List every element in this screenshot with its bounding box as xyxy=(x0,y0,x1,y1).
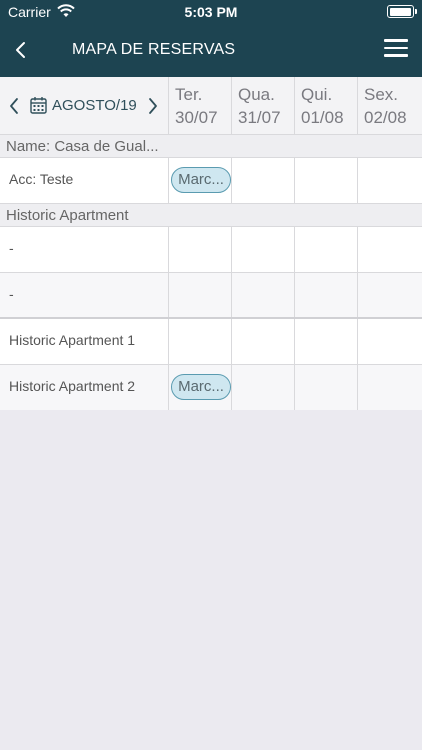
day-cell[interactable] xyxy=(357,319,422,364)
battery-icon xyxy=(387,5,417,18)
calendar-header: AGOSTO/19 Ter. 30/07 Qua. 31/07 Qui. 01/… xyxy=(0,77,422,135)
unit-row: - xyxy=(0,227,422,273)
day-column-header: Sex. 02/08 xyxy=(357,77,422,135)
month-label[interactable]: AGOSTO/19 xyxy=(52,97,137,114)
day-cell[interactable] xyxy=(357,273,422,317)
day-cell[interactable] xyxy=(294,365,357,410)
day-column-header: Qui. 01/08 xyxy=(294,77,357,135)
calendar-icon[interactable] xyxy=(30,96,47,114)
unit-row: Acc: Teste Marc... xyxy=(0,158,422,204)
page-title: MAPA DE RESERVAS xyxy=(72,41,236,58)
day-weekday: Ter. xyxy=(175,85,203,104)
day-cell[interactable] xyxy=(294,273,357,317)
day-cell[interactable] xyxy=(294,319,357,364)
section-header: Historic Apartment xyxy=(0,204,422,227)
day-cell[interactable] xyxy=(357,365,422,410)
back-chevron-icon[interactable] xyxy=(10,37,32,63)
reservation-grid: AGOSTO/19 Ter. 30/07 Qua. 31/07 Qui. 01/… xyxy=(0,77,422,410)
chevron-right-icon[interactable] xyxy=(147,96,159,116)
day-date: 30/07 xyxy=(175,108,218,127)
unit-label: Historic Apartment 2 xyxy=(9,378,136,394)
month-navigator: AGOSTO/19 xyxy=(0,77,168,135)
chevron-left-icon[interactable] xyxy=(8,96,20,116)
day-column-header: Ter. 30/07 xyxy=(168,77,231,135)
clock: 5:03 PM xyxy=(184,4,238,20)
day-cell[interactable]: Marc... xyxy=(168,365,231,410)
unit-row: Historic Apartment 2 Marc... xyxy=(0,365,422,410)
day-cell[interactable]: Marc... xyxy=(168,158,231,203)
day-cell[interactable] xyxy=(168,319,231,364)
unit-label: Acc: Teste xyxy=(9,171,74,187)
day-cell[interactable] xyxy=(294,227,357,272)
unit-row: - xyxy=(0,273,422,319)
booking-chip[interactable]: Marc... xyxy=(171,374,231,400)
property-name: Name: Casa de Gual... xyxy=(6,138,159,155)
day-cell[interactable] xyxy=(294,158,357,203)
day-cell[interactable] xyxy=(357,227,422,272)
unit-label: - xyxy=(9,286,14,302)
day-date: 02/08 xyxy=(364,108,407,127)
day-date: 01/08 xyxy=(301,108,344,127)
day-cell[interactable] xyxy=(168,273,231,317)
day-cell[interactable] xyxy=(231,273,294,317)
day-weekday: Qua. xyxy=(238,85,275,104)
unit-label: - xyxy=(9,240,14,256)
unit-row: Historic Apartment 1 xyxy=(0,319,422,365)
nav-bar: MAPA DE RESERVAS xyxy=(0,23,422,77)
status-bar: Carrier 5:03 PM xyxy=(0,0,422,23)
day-cell[interactable] xyxy=(168,227,231,272)
day-cell[interactable] xyxy=(231,365,294,410)
day-weekday: Qui. xyxy=(301,85,333,104)
booking-chip[interactable]: Marc... xyxy=(171,167,231,193)
day-cell[interactable] xyxy=(231,158,294,203)
day-date: 31/07 xyxy=(238,108,281,127)
property-header: Name: Casa de Gual... xyxy=(0,135,422,158)
unit-label: Historic Apartment 1 xyxy=(9,332,136,348)
hamburger-menu-icon[interactable] xyxy=(384,39,408,61)
day-column-header: Qua. 31/07 xyxy=(231,77,294,135)
day-cell[interactable] xyxy=(357,158,422,203)
day-cell[interactable] xyxy=(231,319,294,364)
battery-level xyxy=(389,7,411,16)
section-label: Historic Apartment xyxy=(6,207,129,224)
day-weekday: Sex. xyxy=(364,85,399,104)
day-cell[interactable] xyxy=(231,227,294,272)
